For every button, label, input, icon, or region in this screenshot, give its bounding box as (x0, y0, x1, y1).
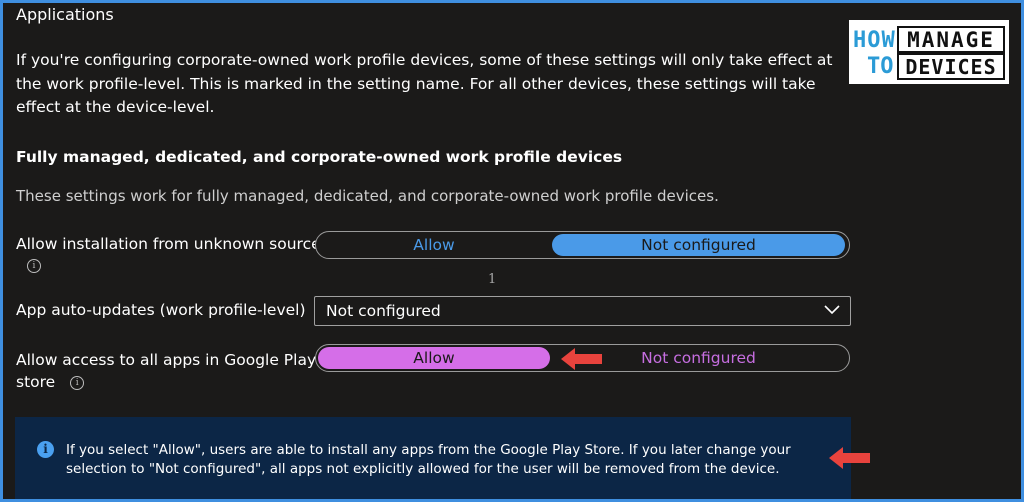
auto-updates-label: App auto-updates (work profile-level) i (16, 299, 335, 321)
play-store-label: Allow access to all apps in Google Play … (16, 349, 316, 393)
red-arrow-left-icon (829, 447, 870, 469)
info-icon[interactable]: i (70, 375, 85, 390)
stray-text: 1 (488, 272, 497, 287)
group-description: These settings work for fully managed, d… (16, 187, 719, 205)
info-icon[interactable]: i (27, 259, 41, 273)
intro-text: If you're configuring corporate-owned wo… (16, 51, 833, 116)
info-circle-icon: i (37, 441, 54, 458)
info-message-text: If you select "Allow", users are able to… (66, 442, 791, 477)
unknown-sources-label-text: Allow installation from unknown sources (16, 235, 329, 253)
auto-updates-value: Not configured (326, 302, 441, 320)
play-store-label-line1: Allow access to all apps in Google Play (16, 351, 317, 369)
logo-to: TO (867, 54, 894, 79)
play-store-label-line2-text: store (16, 373, 56, 391)
play-store-option-allow[interactable]: Allow (318, 347, 550, 369)
logo-manage: MANAGE (897, 26, 1005, 53)
logo-how: HOW (853, 28, 896, 53)
unknown-sources-label: Allow installation from unknown sources (16, 233, 329, 255)
unknown-sources-option-not-configured[interactable]: Not configured (552, 234, 845, 256)
group-title: Fully managed, dedicated, and corporate-… (16, 148, 623, 166)
auto-updates-label-text: App auto-updates (work profile-level) (16, 301, 306, 319)
red-arrow-left-icon (561, 348, 602, 370)
chevron-down-icon (824, 305, 840, 315)
section-title: Applications (16, 5, 114, 24)
info-message-box: i If you select "Allow", users are able … (15, 417, 851, 499)
how-to-manage-devices-logo: HOW TO MANAGE DEVICES (849, 20, 1009, 84)
unknown-sources-option-allow[interactable]: Allow (318, 234, 550, 256)
auto-updates-dropdown[interactable]: Not configured (314, 296, 851, 326)
settings-panel: Applications If you're configuring corpo… (3, 3, 1021, 499)
unknown-sources-toggle: Allow Not configured (315, 231, 850, 259)
play-store-label-line2: store i (16, 371, 316, 393)
logo-devices: DEVICES (897, 53, 1005, 80)
